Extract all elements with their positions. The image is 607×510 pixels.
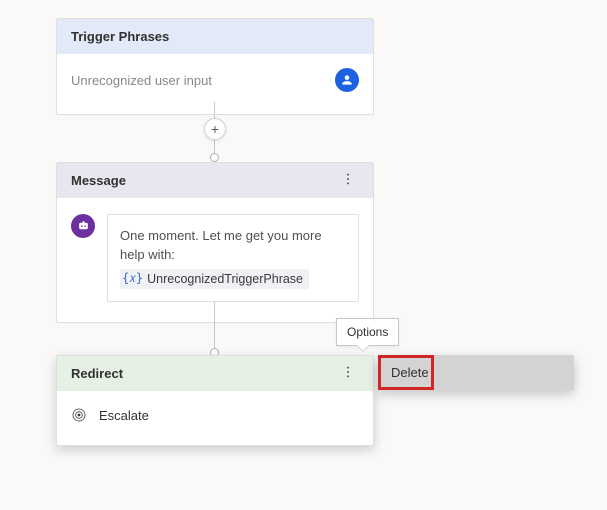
trigger-phrases-header: Trigger Phrases [57, 19, 373, 54]
trigger-phrases-title: Trigger Phrases [71, 29, 169, 44]
context-menu: Delete [378, 355, 574, 390]
connector-line [214, 302, 215, 354]
user-icon[interactable] [335, 68, 359, 92]
message-title: Message [71, 173, 126, 188]
redirect-title: Redirect [71, 366, 123, 381]
tooltip-text: Options [347, 325, 388, 339]
escalate-icon [71, 407, 87, 423]
redirect-options-button[interactable] [337, 365, 359, 382]
variable-name: UnrecognizedTriggerPhrase [147, 270, 303, 288]
options-tooltip: Options [336, 318, 399, 346]
variable-chip[interactable]: {𝑥} UnrecognizedTriggerPhrase [120, 269, 309, 289]
variable-icon: {𝑥} [122, 270, 143, 287]
message-text: One moment. Let me get you more help wit… [120, 227, 346, 265]
bot-icon [71, 214, 95, 238]
trigger-phrases-node: Trigger Phrases Unrecognized user input [56, 18, 374, 115]
trigger-phrase-input[interactable]: Unrecognized user input [71, 73, 212, 88]
redirect-action[interactable]: Escalate [99, 408, 149, 423]
delete-menu-item[interactable]: Delete [378, 355, 434, 390]
add-node-button[interactable]: + [204, 118, 226, 140]
message-node: Message One moment. Let me get you more … [56, 162, 374, 323]
redirect-node: Redirect Escalate [56, 355, 374, 446]
message-options-button[interactable] [337, 172, 359, 189]
connector-dot [210, 153, 219, 162]
message-content[interactable]: One moment. Let me get you more help wit… [107, 214, 359, 302]
